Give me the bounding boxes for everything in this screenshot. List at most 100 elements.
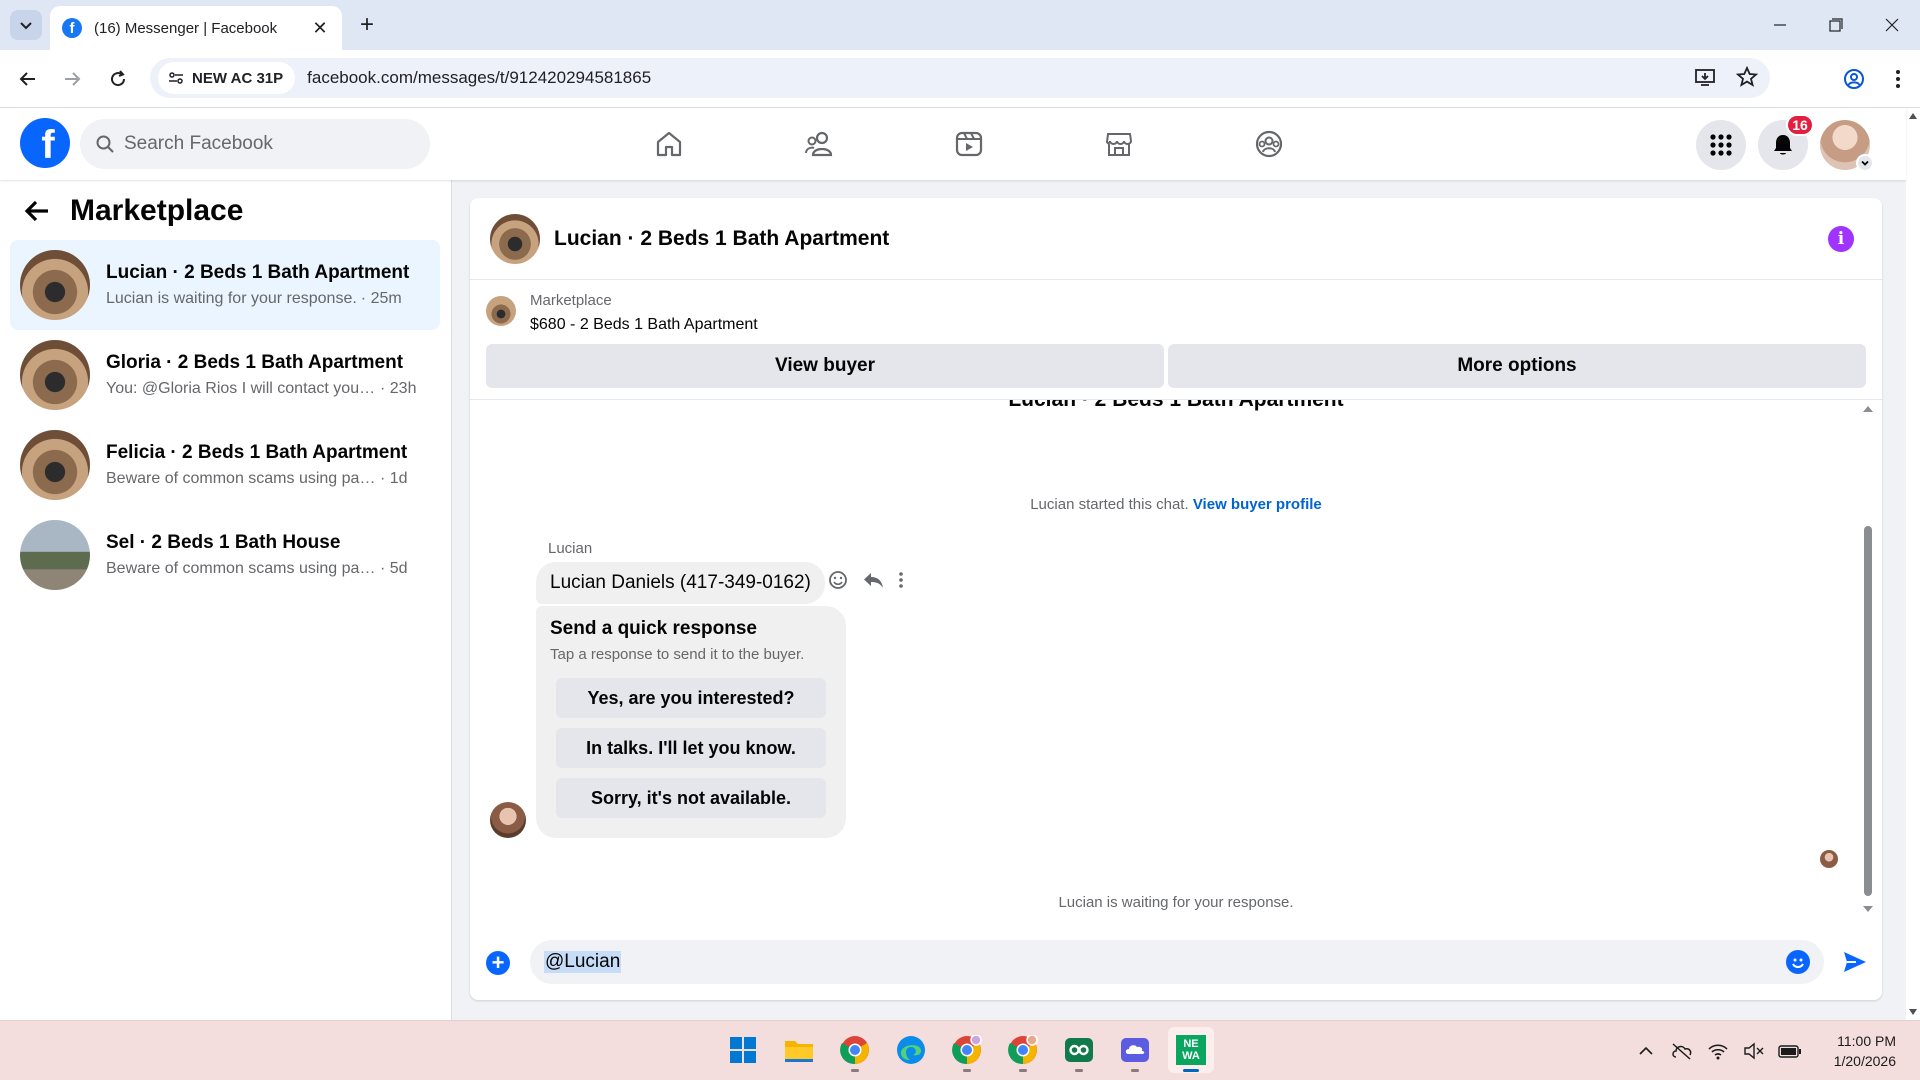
scroll-up-icon[interactable] [1908,112,1918,120]
taskbar-edge[interactable] [888,1027,934,1073]
forward-button[interactable] [56,63,88,95]
close-icon[interactable]: ✕ [310,18,330,39]
sender-avatar[interactable] [490,802,526,838]
taskbar-file-explorer[interactable] [776,1027,822,1073]
message-input-text[interactable]: @Lucian [544,951,622,973]
conversation-name: Gloria · 2 Beds 1 Bath Apartment [106,352,404,373]
tab-home[interactable] [594,108,744,180]
arrow-left-icon[interactable] [24,199,50,223]
account-chevron[interactable] [1856,154,1874,172]
scroll-down-icon[interactable] [1908,1008,1918,1016]
taskbar-chrome[interactable] [832,1027,878,1073]
chevron-down-icon [1861,160,1869,166]
tray-battery[interactable] [1774,1035,1806,1067]
listing-price[interactable]: $680 - 2 Beds 1 Bath Apartment [530,316,758,334]
tab-friends[interactable] [744,108,894,180]
more-options-button[interactable]: More options [1168,344,1866,388]
tray-cloud-off[interactable] [1666,1035,1698,1067]
chat-header-thumbnail[interactable] [490,213,540,264]
more-icon[interactable] [898,571,904,589]
cloud-off-icon [1671,1043,1692,1060]
conversation-item[interactable]: Gloria · 2 Beds 1 Bath Apartment You: @G… [10,330,440,420]
conversation-name: Sel · 2 Beds 1 Bath House [106,532,341,553]
thread-scroll-thumb[interactable] [1864,526,1872,896]
close-icon [1885,18,1899,32]
tab-search-button[interactable] [10,10,42,40]
thread-title: Lucian · 2 Beds 1 Bath Apartment [470,400,1882,412]
back-button[interactable] [12,63,44,95]
chat-header-title[interactable]: Lucian · 2 Beds 1 Bath Apartment [554,227,889,251]
reply-icon[interactable] [862,570,884,590]
groups-icon [1255,130,1283,158]
notifications-button[interactable]: 16 [1758,114,1814,170]
menu-button[interactable] [1696,120,1746,170]
waiting-notice: Lucian is waiting for your response. [1058,894,1294,911]
browser-tab-messenger[interactable]: f (16) Messenger | Facebook ✕ [50,6,342,50]
taskbar-chrome-profile-2[interactable] [1000,1027,1046,1073]
account-avatar[interactable] [1820,120,1874,172]
minimize-button[interactable] [1752,0,1808,50]
listing-banner: Marketplace $680 - 2 Beds 1 Bath Apartme… [470,280,1882,400]
message-bubble[interactable]: Lucian Daniels (417-349-0162) [536,562,825,604]
scroll-down-icon[interactable] [1862,904,1874,914]
tab-groups[interactable] [1194,108,1344,180]
taskbar-chrome-profile-1[interactable] [944,1027,990,1073]
close-window-button[interactable] [1864,0,1920,50]
conversation-item[interactable]: Sel · 2 Beds 1 Bath House Beware of comm… [10,510,440,600]
windows-start-icon [730,1037,756,1063]
marketplace-icon [1105,133,1133,156]
video-icon [955,131,983,157]
listing-thumbnail[interactable] [486,296,516,326]
tray-wifi[interactable] [1702,1035,1734,1067]
conversation-item[interactable]: Felicia · 2 Beds 1 Bath Apartment Beware… [10,420,440,510]
newa-app-icon: NE WA [1176,1035,1206,1065]
search-input[interactable]: Search Facebook [80,119,430,169]
taskbar-clock[interactable]: 11:00 PM 1/20/2026 [1834,1031,1896,1071]
taskbar-app-green[interactable] [1056,1027,1102,1073]
star-icon[interactable] [1736,66,1758,88]
tab-title: (16) Messenger | Facebook [94,19,278,37]
scroll-up-icon[interactable] [1862,404,1874,414]
tray-volume[interactable] [1738,1035,1770,1067]
conversation-preview: Beware of common scams using pay... [106,470,376,487]
view-buyer-button[interactable]: View buyer [486,344,1164,388]
quick-response-button[interactable]: Yes, are you interested? [556,678,826,718]
restore-button[interactable] [1808,0,1864,50]
plus-icon[interactable]: + [486,950,510,975]
message-input[interactable]: @Lucian [530,940,1824,984]
new-tab-button[interactable]: + [354,11,380,38]
running-indicator [1131,1069,1139,1072]
tray-overflow-button[interactable] [1630,1035,1662,1067]
send-button[interactable] [1842,950,1868,979]
quick-response-button[interactable]: In talks. I'll let you know. [556,728,826,768]
thread-scrollbar[interactable] [1862,404,1874,914]
conversation-time: · 23h [380,380,417,397]
search-placeholder: Search Facebook [124,133,273,154]
quick-response-button[interactable]: Sorry, it's not available. [556,778,826,818]
tab-marketplace[interactable] [1044,108,1194,180]
start-button[interactable] [720,1027,766,1073]
emoji-react-icon[interactable] [828,570,848,590]
reload-button[interactable] [102,63,134,95]
tab-video[interactable] [894,108,1044,180]
conversation-time: · 5d [380,560,408,577]
page-scrollbar[interactable] [1906,108,1920,1020]
bell-icon [1774,135,1792,155]
profile-button[interactable] [1832,63,1876,95]
omnibox[interactable]: NEW AC 31P facebook.com/messages/t/91242… [150,58,1770,98]
home-icon [656,131,682,157]
browser-menu-button[interactable] [1876,63,1920,95]
info-icon[interactable]: i [1828,226,1854,252]
chat-header: Lucian · 2 Beds 1 Bath Apartment i [470,198,1882,280]
emoji-icon[interactable] [1786,950,1810,974]
install-icon[interactable] [1694,66,1716,88]
url-text[interactable]: facebook.com/messages/t/912420294581865 [307,68,651,88]
facebook-logo[interactable]: f [20,118,70,168]
send-icon [1844,952,1866,972]
taskbar-app-purple[interactable] [1112,1027,1158,1073]
conversation-item[interactable]: Lucian · 2 Beds 1 Bath Apartment Lucian … [10,240,440,330]
message-composer: + @Lucian [470,930,1882,1000]
view-buyer-profile-link[interactable]: View buyer profile [1193,496,1322,513]
site-info-chip[interactable]: NEW AC 31P [158,62,296,94]
taskbar-newa-app[interactable]: NE WA [1168,1027,1214,1073]
